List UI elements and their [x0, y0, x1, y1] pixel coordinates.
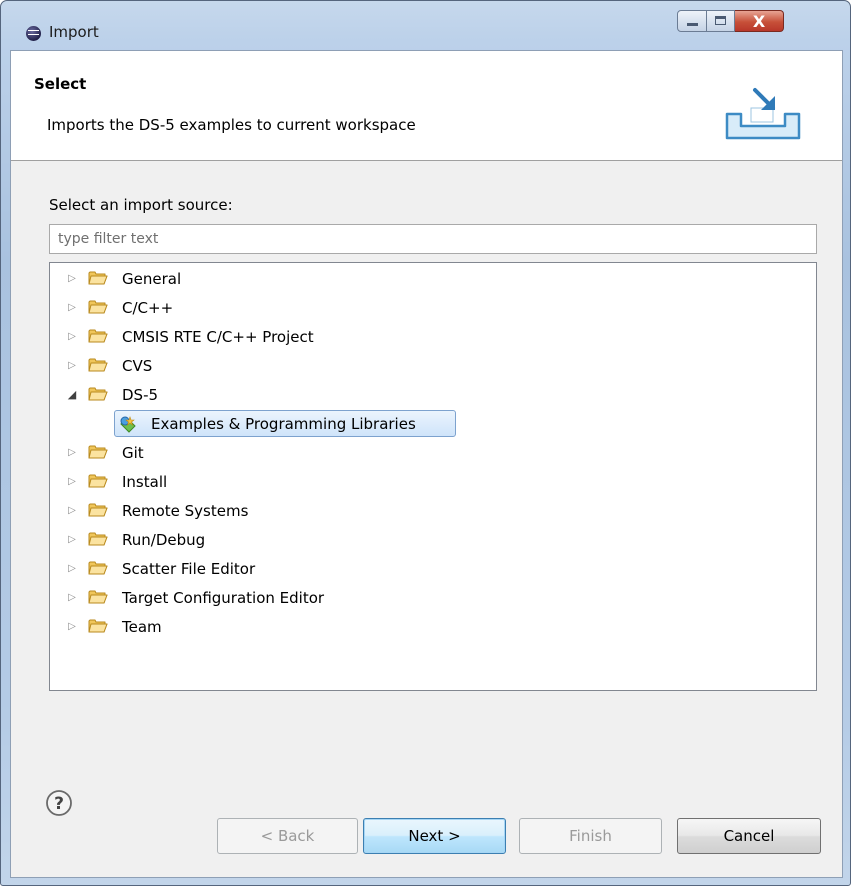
page-description: Imports the DS-5 examples to current wor…	[47, 116, 416, 134]
tree-item[interactable]: ▷ Git	[50, 439, 816, 468]
tree-item-label: General	[122, 270, 182, 288]
close-icon: X	[752, 12, 766, 31]
collapsed-arrow-icon[interactable]: ▷	[66, 591, 78, 605]
import-wizard-icon	[725, 88, 801, 140]
folder-icon	[88, 386, 108, 402]
tree-item[interactable]: ▷ Run/Debug	[50, 526, 816, 555]
tree-item-label: Remote Systems	[122, 502, 249, 520]
collapsed-arrow-icon[interactable]: ▷	[66, 562, 78, 576]
folder-icon	[88, 560, 108, 576]
tree-item[interactable]: ▷ Install	[50, 468, 816, 497]
tree-item-label: Git	[122, 444, 144, 462]
dialog-body: Select Imports the DS-5 examples to curr…	[10, 50, 843, 878]
folder-icon	[88, 502, 108, 518]
tree-item[interactable]: ▷ Remote Systems	[50, 497, 816, 526]
tree-item-label: CMSIS RTE C/C++ Project	[122, 328, 314, 346]
examples-wizard-icon	[118, 414, 138, 434]
tree-item-label: Run/Debug	[122, 531, 206, 549]
tree-item-label: Install	[122, 473, 168, 491]
folder-icon	[88, 444, 108, 460]
minimize-button[interactable]	[677, 10, 707, 32]
eclipse-icon	[26, 26, 41, 41]
tree-item[interactable]: ▷ Team	[50, 613, 816, 642]
collapsed-arrow-icon[interactable]: ▷	[66, 620, 78, 634]
collapsed-arrow-icon[interactable]: ▷	[66, 533, 78, 547]
collapsed-arrow-icon[interactable]: ▷	[66, 301, 78, 315]
folder-icon	[88, 618, 108, 634]
tree-item-label: Team	[122, 618, 162, 636]
folder-icon	[88, 589, 108, 605]
collapsed-arrow-icon[interactable]: ▷	[66, 475, 78, 489]
tree-item[interactable]: ▷ CMSIS RTE C/C++ Project	[50, 323, 816, 352]
folder-icon	[88, 328, 108, 344]
tree-item-label: Examples & Programming Libraries	[151, 415, 416, 433]
tree-item-label: Scatter File Editor	[122, 560, 256, 578]
window-title: Import	[49, 23, 99, 41]
import-dialog: Import X Select Imports the DS-5 example…	[0, 0, 851, 886]
collapsed-arrow-icon[interactable]: ▷	[66, 272, 78, 286]
folder-icon	[88, 299, 108, 315]
next-button[interactable]: Next >	[363, 818, 506, 854]
tree-item[interactable]: ◢ DS-5	[50, 381, 816, 410]
collapsed-arrow-icon[interactable]: ▷	[66, 359, 78, 373]
finish-button[interactable]: Finish	[519, 818, 662, 854]
cancel-button[interactable]: Cancel	[677, 818, 821, 854]
title-bar[interactable]: Import X	[1, 1, 850, 49]
import-source-tree[interactable]: ▷ General ▷ C/C++ ▷ CMSIS RTE C/C++ Project ▷ C…	[49, 262, 817, 691]
tree-item-label: C/C++	[122, 299, 174, 317]
tree-item[interactable]: ▷ General	[50, 265, 816, 294]
folder-icon	[88, 531, 108, 547]
tree-item-label: Target Configuration Editor	[122, 589, 325, 607]
folder-icon	[88, 473, 108, 489]
folder-icon	[88, 270, 108, 286]
filter-input[interactable]	[49, 224, 817, 254]
svg-text:?: ?	[54, 794, 64, 814]
folder-icon	[88, 357, 108, 373]
wizard-header: Select Imports the DS-5 examples to curr…	[11, 51, 842, 161]
collapsed-arrow-icon[interactable]: ▷	[66, 330, 78, 344]
collapsed-arrow-icon[interactable]: ▷	[66, 504, 78, 518]
tree-item-label: CVS	[122, 357, 153, 375]
expanded-arrow-icon[interactable]: ◢	[66, 388, 78, 402]
maximize-button[interactable]	[707, 10, 735, 32]
tree-child-item[interactable]: Examples & Programming Libraries	[50, 410, 816, 439]
tree-item[interactable]: ▷ Scatter File Editor	[50, 555, 816, 584]
back-button[interactable]: < Back	[217, 818, 358, 854]
help-icon[interactable]: ?	[45, 789, 73, 817]
maximize-icon	[715, 16, 726, 25]
tree-item-label: DS-5	[122, 386, 159, 404]
minimize-icon	[687, 23, 698, 26]
page-title: Select	[34, 75, 87, 93]
tree-item[interactable]: ▷ C/C++	[50, 294, 816, 323]
tree-item[interactable]: ▷ Target Configuration Editor	[50, 584, 816, 613]
close-button[interactable]: X	[735, 10, 784, 32]
collapsed-arrow-icon[interactable]: ▷	[66, 446, 78, 460]
tree-item[interactable]: ▷ CVS	[50, 352, 816, 381]
import-source-label: Select an import source:	[49, 196, 233, 214]
